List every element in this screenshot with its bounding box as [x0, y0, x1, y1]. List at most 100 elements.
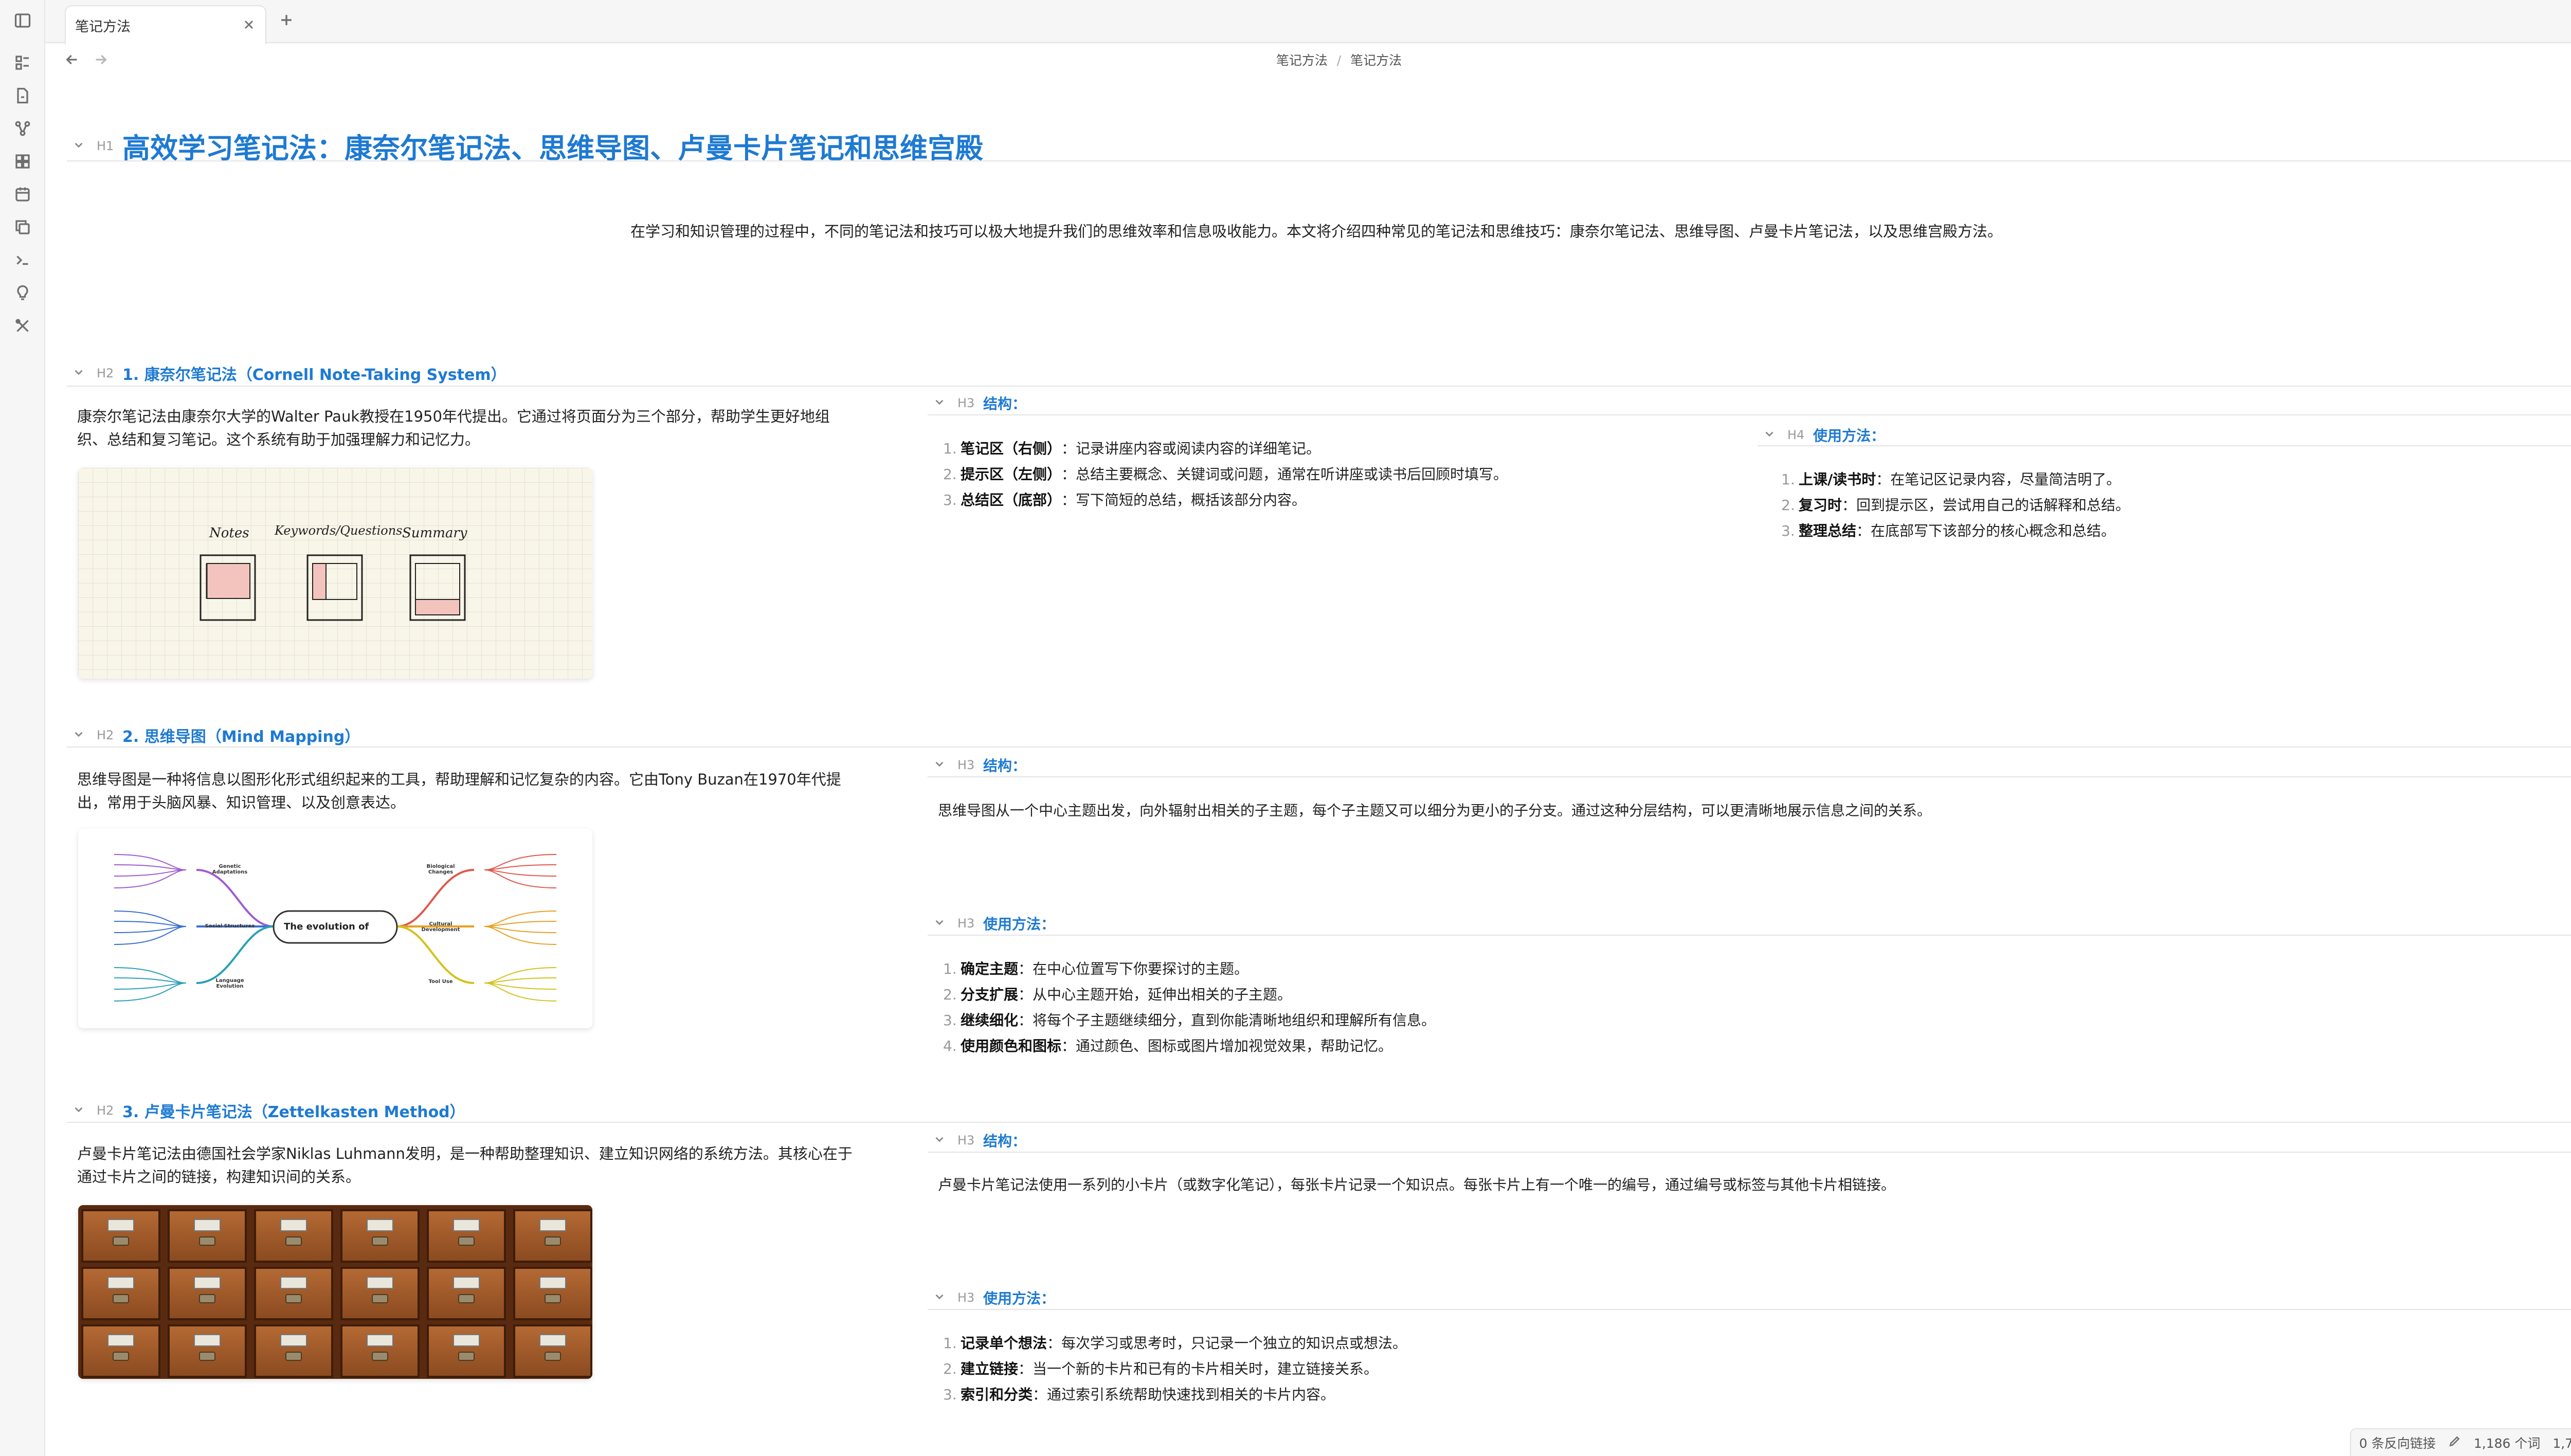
h3-mindmap-structure: H3 结构：	[933, 755, 1026, 775]
new-tab-icon[interactable]	[278, 11, 295, 31]
h1-underline	[67, 160, 2571, 161]
status-bar: 0 条反向链接 1,186 个词 1,746 个字符	[2350, 1428, 2571, 1456]
h3-title: 使用方法：	[983, 916, 1056, 933]
list-item: 2. 提示区（左侧） ：总结主要概念、关键词或问题，通常在听讲座或读书后回顾时填写。	[943, 466, 1508, 483]
cornell-diagram-image: Notes Keywords/Questions Summary	[78, 468, 592, 679]
cornell-structure-list: 1. 笔记区（右侧） ：记录讲座内容或阅读内容的详细笔记。 2. 提示区（左侧） ：总结…	[943, 436, 1745, 513]
h2-mind-mapping: H2 2. 思维导图（Mind Mapping）	[72, 724, 360, 747]
calendar-icon[interactable]	[11, 183, 34, 206]
heading-level-label: H3	[957, 1290, 975, 1305]
mindmap-branch-label: Cultural Development	[421, 921, 460, 933]
card-catalog-image	[78, 1205, 592, 1379]
breadcrumb-separator: /	[1336, 53, 1342, 68]
h2-title: 1. 康奈尔笔记法（Cornell Note-Taking System）	[122, 366, 506, 384]
mindmap-image: The evolution of Genetic Adaptations Soc…	[78, 829, 592, 1028]
backlinks-count[interactable]: 0 条反向链接	[2359, 1433, 2436, 1452]
list-item: 2. 复习时 ：回到提示区，尝试用自己的话解释和总结。	[1781, 497, 2130, 514]
cornell-label-keywords: Keywords/Questions	[275, 523, 403, 538]
h3-title: 结构：	[983, 395, 1027, 412]
zettelkasten-usage-list: 1. 记录单个想法 ：每次学习或思考时，只记录一个独立的知识点或想法。 2. 建立链接…	[943, 1331, 2177, 1408]
mindmap-center-label: The evolution of	[284, 921, 369, 932]
heading-level-label: H1	[97, 138, 114, 153]
h3-cornell-structure: H3 结构：	[933, 393, 1026, 413]
copy-icon[interactable]	[11, 216, 34, 239]
fold-chevron-icon[interactable]	[933, 1133, 946, 1148]
fold-chevron-icon[interactable]	[72, 727, 85, 743]
zettelkasten-description-line: 卢曼卡片笔记法由德国社会学家Niklas Luhmann发明，是一种帮助整理知识…	[77, 1145, 853, 1162]
list-item: 3. 整理总结 ：在底部写下该部分的核心概念和总结。	[1781, 522, 2116, 539]
h2-underline	[67, 386, 2571, 387]
zettelkasten-description-line: 通过卡片之间的链接，构建知识间的关系。	[77, 1168, 361, 1186]
mindmap-branch-label: Language Evolution	[215, 978, 244, 989]
cornell-description-line: 织、总结和复习笔记。这个系统有助于加强理解力和记忆力。	[77, 431, 480, 448]
h3-underline	[928, 1309, 2571, 1310]
mindmap-description-line: 思维导图是一种将信息以图形化形式组织起来的工具，帮助理解和记忆复杂的内容。它由T…	[77, 771, 841, 788]
fold-chevron-icon[interactable]	[933, 916, 946, 931]
list-item: 2. 建立链接 ：当一个新的卡片和已有的卡片相关时，建立链接关系。	[943, 1360, 1379, 1377]
fold-chevron-icon[interactable]	[72, 138, 85, 154]
canvas-icon[interactable]	[11, 150, 34, 173]
graph-view-icon[interactable]	[11, 117, 34, 140]
h3-title: 结构：	[983, 1133, 1027, 1150]
cornell-diagram-svg	[200, 554, 466, 621]
mindmap-branch-label: Genetic Adaptations	[212, 864, 248, 875]
intro-paragraph: 在学习和知识管理的过程中，不同的笔记法和技巧可以极大地提升我们的思维效率和信息吸…	[630, 223, 2002, 240]
mindmap-structure-text: 思维导图从一个中心主题出发，向外辐射出相关的子主题，每个子主题又可以细分为更小的…	[938, 802, 1932, 819]
tab-bar: 笔记方法	[45, 0, 2571, 44]
zettelkasten-description: 卢曼卡片笔记法由德国社会学家Niklas Luhmann发明，是一种帮助整理知识…	[77, 1142, 926, 1189]
h4-title: 使用方法：	[1813, 427, 1886, 444]
terminal-icon[interactable]	[11, 249, 34, 271]
list-item: 3. 索引和分类 ：通过索引系统帮助快速找到相关的卡片内容。	[943, 1386, 1335, 1403]
edit-pencil-icon[interactable]	[2448, 1434, 2461, 1451]
h3-underline	[928, 776, 2571, 777]
cornell-box-keywords	[306, 554, 363, 621]
h4-underline	[1758, 445, 2571, 446]
fold-chevron-icon[interactable]	[933, 1290, 946, 1305]
h3-underline	[928, 1152, 2571, 1153]
cornell-label-summary: Summary	[402, 525, 467, 541]
heading-level-label: H2	[97, 1103, 114, 1118]
breadcrumb-current[interactable]: 笔记方法	[1350, 53, 1402, 68]
char-count: 1,746 个字符	[2552, 1436, 2571, 1451]
list-item: 2. 分支扩展 ：从中心主题开始，延伸出相关的子主题。	[943, 986, 1292, 1003]
mindmap-center-node	[273, 910, 398, 944]
heading-level-label: H3	[957, 758, 975, 772]
breadcrumb-parent[interactable]: 笔记方法	[1276, 53, 1328, 68]
breadcrumb: 笔记方法 / 笔记方法	[45, 50, 2571, 69]
heading-level-label: H2	[97, 366, 114, 380]
close-icon[interactable]	[240, 15, 258, 34]
heading-level-label: H4	[1787, 428, 1805, 442]
view-header: 笔记方法 / 笔记方法	[45, 44, 2571, 75]
heading-level-label: H2	[97, 728, 114, 742]
h2-title: 2. 思维导图（Mind Mapping）	[122, 728, 360, 746]
cornell-description: 康奈尔笔记法由康奈尔大学的Walter Pauk教授在1950年代提出。它通过将…	[77, 405, 926, 451]
fold-chevron-icon[interactable]	[933, 757, 946, 773]
chevron-down-icon[interactable]	[2568, 11, 2571, 31]
heading-level-label: H3	[957, 396, 975, 410]
h2-title: 3. 卢曼卡片笔记法（Zettelkasten Method）	[122, 1103, 465, 1121]
sidebar-toggle-icon[interactable]	[11, 9, 34, 32]
tools-icon[interactable]	[11, 315, 34, 337]
document-content: H1 高效学习笔记法：康奈尔笔记法、思维导图、卢曼卡片笔记和思维宫殿 在学习和知…	[0, 0, 2571, 1456]
list-item: 3. 总结区（底部） ：写下简短的总结，概括该部分内容。	[943, 492, 1307, 508]
card-catalog-svg	[78, 1205, 592, 1379]
fold-chevron-icon[interactable]	[933, 395, 946, 411]
list-item: 1. 记录单个想法 ：每次学习或思考时，只记录一个独立的知识点或想法。	[943, 1335, 1407, 1352]
mindmap-branch-label: Tool Use	[428, 979, 453, 985]
fold-chevron-icon[interactable]	[1763, 427, 1776, 443]
list-item: 1. 确定主题 ：在中心位置写下你要探讨的主题。	[943, 960, 1249, 977]
tab-active[interactable]: 笔记方法	[65, 5, 266, 44]
new-note-icon[interactable]	[11, 84, 34, 107]
lightbulb-icon[interactable]	[11, 282, 34, 304]
cornell-label-notes: Notes	[209, 525, 249, 541]
h3-title: 使用方法：	[983, 1290, 1056, 1307]
fold-chevron-icon[interactable]	[72, 366, 85, 381]
mindmap-description-line: 出，常用于头脑风暴、知识管理、以及创意表达。	[77, 794, 406, 811]
files-icon[interactable]	[11, 51, 34, 74]
h3-underline	[928, 935, 2571, 936]
h3-zettelkasten-structure: H3 结构：	[933, 1130, 1026, 1151]
h3-underline	[928, 414, 2571, 415]
fold-chevron-icon[interactable]	[72, 1103, 85, 1118]
mindmap-branch-label: Social Structures	[205, 923, 255, 929]
mindmap-branch-label: Biological Changes	[426, 864, 455, 875]
